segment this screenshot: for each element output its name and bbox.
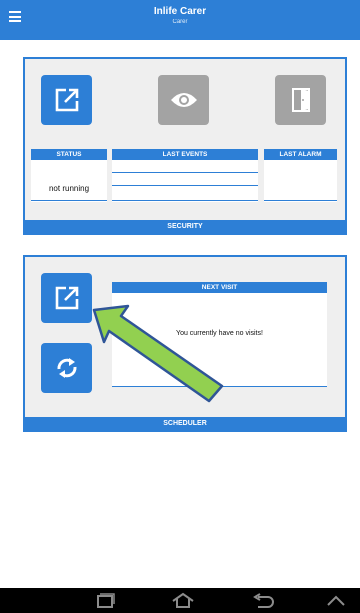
status-value: not running (48, 184, 90, 193)
security-view-button[interactable] (158, 75, 209, 125)
security-footer[interactable]: SECURITY (25, 220, 345, 233)
app-title: Inlife Carer (153, 6, 207, 17)
last-events-box (112, 160, 258, 202)
up-chevron-icon[interactable] (324, 592, 348, 609)
last-alarm-underline (264, 200, 337, 201)
status-box: not running (31, 160, 107, 202)
last-events-row-line (112, 172, 258, 173)
pointer-arrow-icon (92, 304, 224, 403)
security-door-button[interactable] (275, 75, 326, 125)
back-icon[interactable] (250, 592, 276, 609)
security-panel: STATUS not running LAST EVENTS LAST ALAR… (23, 57, 347, 235)
recent-apps-icon[interactable] (92, 592, 118, 609)
open-external-icon (55, 286, 78, 310)
sync-icon (57, 358, 76, 378)
app-subtitle: Carer (172, 19, 188, 25)
home-icon[interactable] (169, 592, 197, 609)
scheduler-open-button[interactable] (41, 273, 92, 323)
app-screen: Inlife Carer Carer STATUS not running LA… (0, 0, 360, 613)
status-underline (31, 200, 107, 201)
system-nav-bar (0, 588, 360, 613)
last-alarm-box (264, 160, 337, 202)
last-alarm-header: LAST ALARM (264, 149, 337, 160)
last-events-row-line (112, 200, 258, 201)
security-open-button[interactable] (41, 75, 92, 125)
open-external-icon (55, 88, 78, 112)
last-events-row-line (112, 185, 258, 186)
last-events-header: LAST EVENTS (112, 149, 258, 160)
top-app-bar: Inlife Carer Carer (0, 0, 360, 40)
door-icon (291, 88, 310, 112)
next-visit-header: NEXT VISIT (112, 282, 327, 293)
scheduler-footer[interactable]: SCHEDULER (25, 417, 345, 430)
eye-icon (170, 93, 197, 107)
scheduler-sync-button[interactable] (41, 343, 92, 393)
status-header: STATUS (31, 149, 107, 160)
